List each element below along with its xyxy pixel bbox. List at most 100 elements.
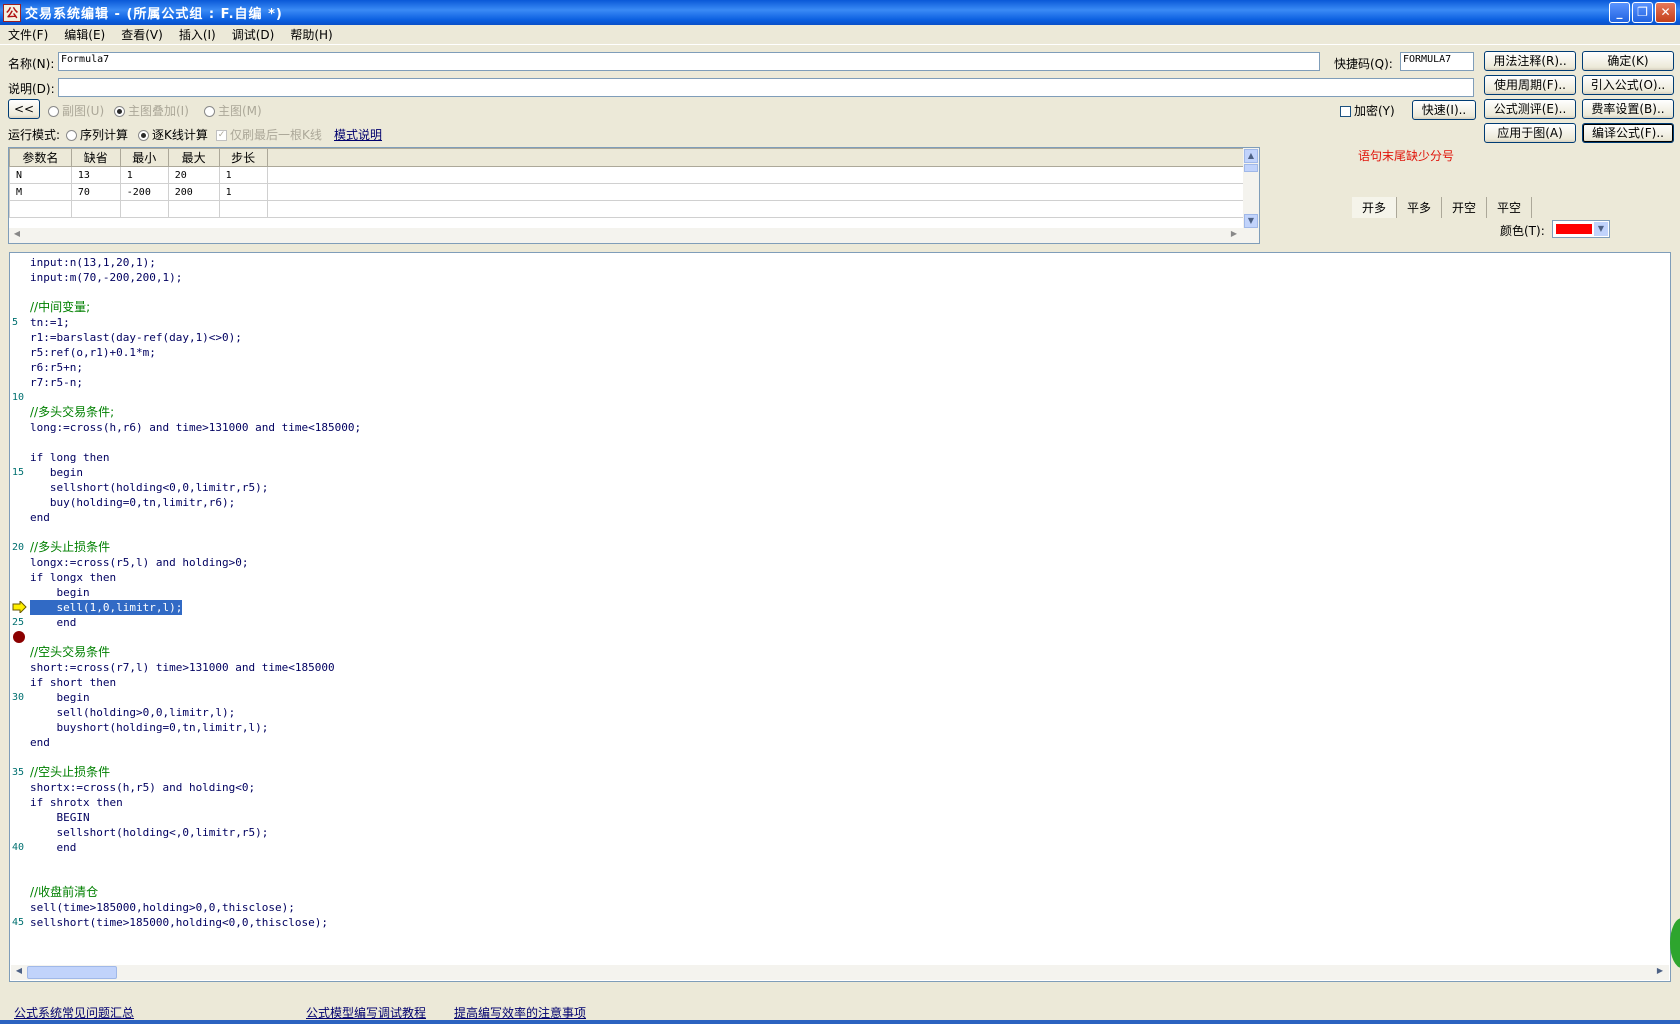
code-line[interactable]: begin [30, 585, 89, 600]
code-line[interactable]: if longx then [30, 570, 116, 585]
table-cell[interactable]: 13 [70, 166, 121, 184]
mode-kline-radio[interactable]: 逐K线计算 [138, 126, 208, 143]
table-row[interactable]: M 70 -200 200 1 [9, 183, 1259, 201]
tab-open-short[interactable]: 开空 [1442, 197, 1488, 218]
tab-close-long[interactable]: 平多 [1397, 197, 1443, 218]
code-line[interactable]: //多头止损条件 [30, 540, 110, 555]
editor-horizontal-scrollbar[interactable]: ◀ ▶ [11, 965, 1669, 980]
usage-notes-button[interactable]: 用法注释(R).. [1484, 51, 1576, 71]
code-line[interactable]: BEGIN [30, 810, 89, 825]
table-cell[interactable]: M [9, 183, 72, 201]
code-line[interactable]: //多头交易条件; [30, 405, 114, 420]
editor-gutter[interactable]: 5 10 15 20 25 30 35 40 45 [10, 253, 30, 981]
code-line[interactable]: if long then [30, 450, 109, 465]
mode-sequence-radio[interactable]: 序列计算 [66, 126, 128, 143]
code-line[interactable]: if shrotx then [30, 795, 123, 810]
close-button[interactable]: ✕ [1655, 2, 1676, 23]
code-line[interactable]: r5:ref(o,r1)+0.1*m; [30, 345, 156, 360]
code-line[interactable]: r1:=barslast(day-ref(day,1)<>0); [30, 330, 242, 345]
code-line[interactable]: //中间变量; [30, 300, 90, 315]
code-line[interactable]: sellshort(holding<,0,limitr,r5); [30, 825, 268, 840]
import-formula-button[interactable]: 引入公式(O).. [1582, 75, 1674, 95]
table-cell[interactable]: -200 [119, 183, 169, 201]
code-line[interactable]: sellshort(holding<0,0,limitr,r5); [30, 480, 269, 495]
menu-edit[interactable]: 编辑(E) [56, 26, 113, 43]
menu-file[interactable]: 文件(F) [0, 26, 56, 43]
chevron-down-icon[interactable]: ▼ [1594, 222, 1608, 236]
scroll-right-icon[interactable]: ▶ [1227, 228, 1241, 242]
tutorial-link[interactable]: 公式模型编写调试教程 [306, 1004, 426, 1021]
tab-close-short[interactable]: 平空 [1487, 197, 1533, 218]
refresh-last-checkbox[interactable]: ✓ 仅刷最后一根K线 [216, 126, 322, 143]
code-line[interactable]: short:=cross(r7,l) time>131000 and time<… [30, 660, 335, 675]
code-line[interactable]: sellshort(time>185000,holding<0,0,thiscl… [30, 915, 328, 930]
description-input[interactable] [58, 78, 1474, 97]
table-cell[interactable]: 20 [167, 166, 220, 184]
name-input[interactable]: Formula7 [58, 52, 1320, 71]
collapse-button[interactable]: << [8, 99, 40, 119]
table-cell[interactable] [70, 200, 121, 218]
scroll-left-icon[interactable]: ◀ [10, 228, 24, 242]
code-line[interactable]: //空头交易条件 [30, 645, 110, 660]
table-cell[interactable] [218, 200, 268, 218]
code-line[interactable]: buy(holding=0,tn,limitr,r6); [30, 495, 235, 510]
radio-main-chart[interactable]: 主图(M) [204, 102, 262, 119]
use-period-button[interactable]: 使用周期(F).. [1484, 75, 1576, 95]
code-line[interactable]: sell(holding>0,0,limitr,l); [30, 705, 235, 720]
mode-help-link[interactable]: 模式说明 [334, 126, 382, 143]
floating-widget-icon[interactable] [1670, 918, 1680, 968]
code-line[interactable]: begin [30, 465, 83, 480]
menu-debug[interactable]: 调试(D) [224, 26, 283, 43]
apply-to-chart-button[interactable]: 应用于图(A) [1484, 123, 1576, 143]
table-cell[interactable]: 1 [119, 166, 169, 184]
table-cell[interactable]: N [9, 166, 72, 184]
radio-main-overlay[interactable]: 主图叠加(I) [114, 102, 189, 119]
maximize-button[interactable]: ❐ [1632, 2, 1653, 23]
code-line[interactable]: //收盘前清仓 [30, 885, 98, 900]
tab-open-long[interactable]: 开多 [1352, 197, 1398, 218]
table-cell[interactable]: 1 [218, 166, 268, 184]
code-line[interactable]: end [30, 840, 76, 855]
compile-formula-button[interactable]: 编译公式(F).. [1582, 123, 1674, 143]
fee-settings-button[interactable]: 费率设置(B).. [1582, 99, 1674, 119]
code-line[interactable]: sell(time>185000,holding>0,0,thisclose); [30, 900, 295, 915]
scroll-up-icon[interactable]: ▲ [1244, 149, 1258, 163]
scroll-right-icon[interactable]: ▶ [1653, 965, 1667, 979]
table-cell[interactable] [119, 200, 169, 218]
column-header[interactable]: 步长 [218, 148, 268, 167]
column-header[interactable]: 最小 [119, 148, 169, 167]
column-header[interactable]: 最大 [167, 148, 220, 167]
table-horizontal-scrollbar[interactable]: ◀ ▶ [9, 228, 1243, 243]
efficiency-tips-link[interactable]: 提高编写效率的注意事项 [454, 1004, 586, 1021]
column-header[interactable]: 缺省 [70, 148, 121, 167]
code-line[interactable]: begin [30, 690, 89, 705]
encrypt-checkbox[interactable]: 加密(Y) [1340, 102, 1395, 119]
code-line[interactable]: if short then [30, 675, 116, 690]
table-row[interactable] [9, 200, 1259, 218]
menu-help[interactable]: 帮助(H) [282, 26, 340, 43]
formula-test-button[interactable]: 公式测评(E).. [1484, 99, 1576, 119]
table-cell[interactable] [167, 200, 220, 218]
code-line[interactable]: //空头止损条件 [30, 765, 110, 780]
quick-button[interactable]: 快速(I).. [1412, 100, 1476, 120]
table-cell[interactable]: 200 [167, 183, 220, 201]
code-line[interactable]: sell(1,0,limitr,l); [30, 600, 183, 615]
shortcut-input[interactable]: FORMULA7 [1400, 52, 1474, 71]
table-vertical-scrollbar[interactable]: ▲ ▼ [1243, 148, 1259, 243]
column-header[interactable]: 参数名 [9, 148, 72, 167]
code-line[interactable]: end [30, 735, 50, 750]
code-line[interactable]: tn:=1; [30, 315, 70, 330]
code-line[interactable]: end [30, 510, 50, 525]
code-line[interactable]: long:=cross(h,r6) and time>131000 and ti… [30, 420, 361, 435]
code-line[interactable]: input:n(13,1,20,1); [30, 255, 156, 270]
faq-link[interactable]: 公式系统常见问题汇总 [14, 1004, 134, 1021]
table-cell[interactable]: 70 [70, 183, 121, 201]
color-select[interactable]: ▼ [1552, 220, 1610, 238]
radio-subchart[interactable]: 副图(U) [48, 102, 104, 119]
minimize-button[interactable]: _ [1609, 2, 1630, 23]
code-line[interactable]: longx:=cross(r5,l) and holding>0; [30, 555, 249, 570]
breakpoint-icon[interactable] [13, 631, 25, 643]
code-line[interactable]: r7:r5-n; [30, 375, 83, 390]
code-line[interactable]: end [30, 615, 76, 630]
scroll-thumb[interactable] [27, 966, 117, 979]
